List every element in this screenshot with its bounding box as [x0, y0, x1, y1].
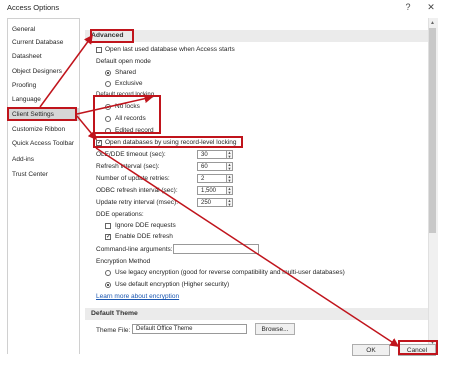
arrow-to-record-level — [76, 115, 97, 141]
annotation-arrows — [39, 34, 400, 347]
arrow-to-cancel — [95, 147, 400, 347]
arrow-to-record-locking — [76, 94, 154, 115]
arrow-to-advanced — [39, 34, 93, 108]
